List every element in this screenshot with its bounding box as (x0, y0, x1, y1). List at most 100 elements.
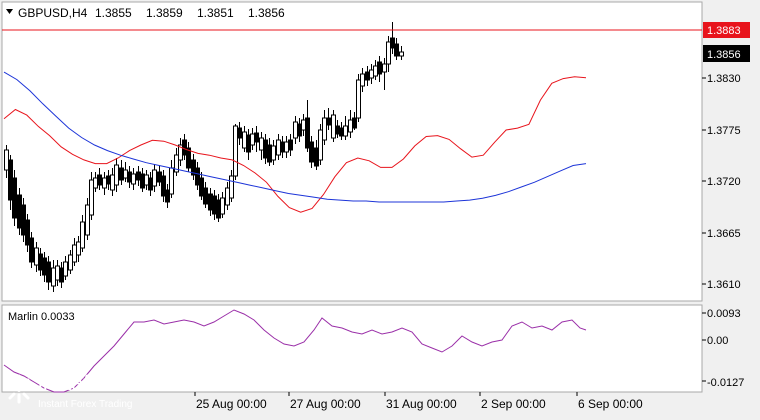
candle-bear (246, 134, 251, 153)
candle-bear (263, 139, 268, 159)
candle-bear (29, 237, 34, 263)
candle-bear (335, 125, 340, 135)
candle-bear (305, 117, 310, 149)
candle-bull (144, 174, 149, 186)
candle-bull (102, 177, 107, 189)
candle-bull (233, 125, 238, 177)
candle-bear (25, 219, 30, 246)
candle-bear (17, 194, 22, 229)
candle-bear (212, 195, 217, 215)
candle-bull (63, 261, 68, 277)
candle-bear (365, 71, 370, 81)
candle-bull (4, 149, 9, 171)
candle-bear (182, 139, 187, 156)
candle-bear (326, 117, 331, 126)
candle-bull (85, 204, 90, 236)
candle-bull (322, 117, 327, 141)
candle-bull (386, 41, 391, 65)
candle-bull (373, 65, 378, 77)
chart-window[interactable]: GBPUSD,H4 1.3855 1.3859 1.3851 1.3856 1.… (0, 0, 760, 415)
candle-bear (352, 117, 357, 129)
time-label-3: 31 Aug 00:00 (386, 397, 457, 411)
time-label-1: 25 Aug 00:00 (196, 397, 267, 411)
candle-bear (288, 139, 293, 151)
candle-bear (136, 171, 141, 181)
candle-bear (199, 177, 204, 197)
candle-bear (208, 193, 213, 211)
candle-bear (165, 189, 170, 203)
candle-bear (127, 171, 132, 183)
candle-bear (216, 199, 221, 219)
price-label-2: 1.3775 (707, 125, 741, 137)
candle-bull (76, 241, 81, 256)
candle-bear (195, 167, 200, 186)
candle-bull (271, 145, 276, 161)
candle-bull (80, 221, 85, 249)
price-scale[interactable]: 1.3883 1.3856 1.3830 1.3775 1.3720 1.366… (702, 22, 750, 291)
candle-bull (34, 247, 39, 266)
candle-bull (89, 179, 94, 216)
candle-bear (161, 175, 166, 197)
candle-bull (276, 139, 281, 156)
indicator-label-3: -0.0127 (707, 377, 744, 389)
candle-bear (157, 171, 162, 183)
candle-bull (301, 119, 306, 131)
candle-bear (377, 61, 382, 75)
candle-bear (254, 132, 259, 143)
candle-bear (106, 175, 111, 185)
symbol-label: GBPUSD,H4 (18, 6, 88, 20)
candle-bear (309, 141, 314, 163)
watermark-tagline: Instant Forex Trading (38, 399, 133, 410)
price-label-5: 1.3610 (707, 279, 741, 291)
indicator-scale[interactable]: 0.0093 0.00 -0.0127 (702, 308, 744, 389)
red-level-label: 1.3883 (707, 25, 741, 37)
candle-bull (284, 141, 289, 153)
candle-bull (152, 169, 157, 187)
candle-bull (382, 63, 387, 73)
candle-bull (110, 174, 115, 191)
chart-canvas[interactable]: GBPUSD,H4 1.3855 1.3859 1.3851 1.3856 1.… (0, 0, 760, 415)
candle-bull (259, 137, 264, 151)
candle-bull (229, 175, 234, 199)
time-label-5: 6 Sep 00:00 (578, 397, 643, 411)
candle-bull (331, 114, 336, 139)
open-value: 1.3855 (95, 6, 132, 20)
low-value: 1.3851 (197, 6, 234, 20)
candle-bear (237, 127, 242, 139)
candle-bear (267, 144, 272, 163)
candle-bull (51, 267, 56, 287)
watermark-name: instaforex (38, 372, 132, 395)
indicator-label-1: 0.0093 (707, 308, 741, 320)
candle-bear (12, 177, 17, 219)
price-label-3: 1.3720 (707, 176, 741, 188)
candle-bear (314, 147, 319, 167)
current-price-label: 1.3856 (707, 49, 741, 61)
price-pane[interactable] (1, 1, 703, 302)
price-label-4: 1.3665 (707, 228, 741, 240)
candle-bull (399, 51, 404, 57)
candle-bull (369, 69, 374, 79)
marlin-label: Marlin 0.0033 (8, 311, 75, 323)
candle-bull (123, 169, 128, 179)
candle-bear (148, 177, 153, 191)
candle-bull (360, 73, 365, 87)
time-axis[interactable]: 25 Aug 00:00 27 Aug 00:00 31 Aug 00:00 2… (194, 392, 643, 411)
indicator-label-2: 0.00 (707, 335, 728, 347)
candle-bull (169, 167, 174, 195)
candle-bear (339, 127, 344, 137)
candle-bull (348, 119, 353, 133)
candle-bull (131, 173, 136, 185)
candle-bear (38, 253, 43, 271)
candle-bull (55, 265, 60, 281)
candle-bull (242, 131, 247, 149)
candle-bear (203, 187, 208, 205)
candle-bull (72, 244, 77, 263)
candle-bull (356, 79, 361, 119)
candle-bull (93, 177, 98, 189)
candle-bear (8, 159, 13, 201)
instaforex-logo-icon (4, 374, 34, 404)
candle-bull (343, 125, 348, 137)
candle-bull (250, 133, 255, 146)
time-label-2: 27 Aug 00:00 (290, 397, 361, 411)
instaforex-watermark: instaforex Instant Forex Trading (4, 372, 180, 412)
